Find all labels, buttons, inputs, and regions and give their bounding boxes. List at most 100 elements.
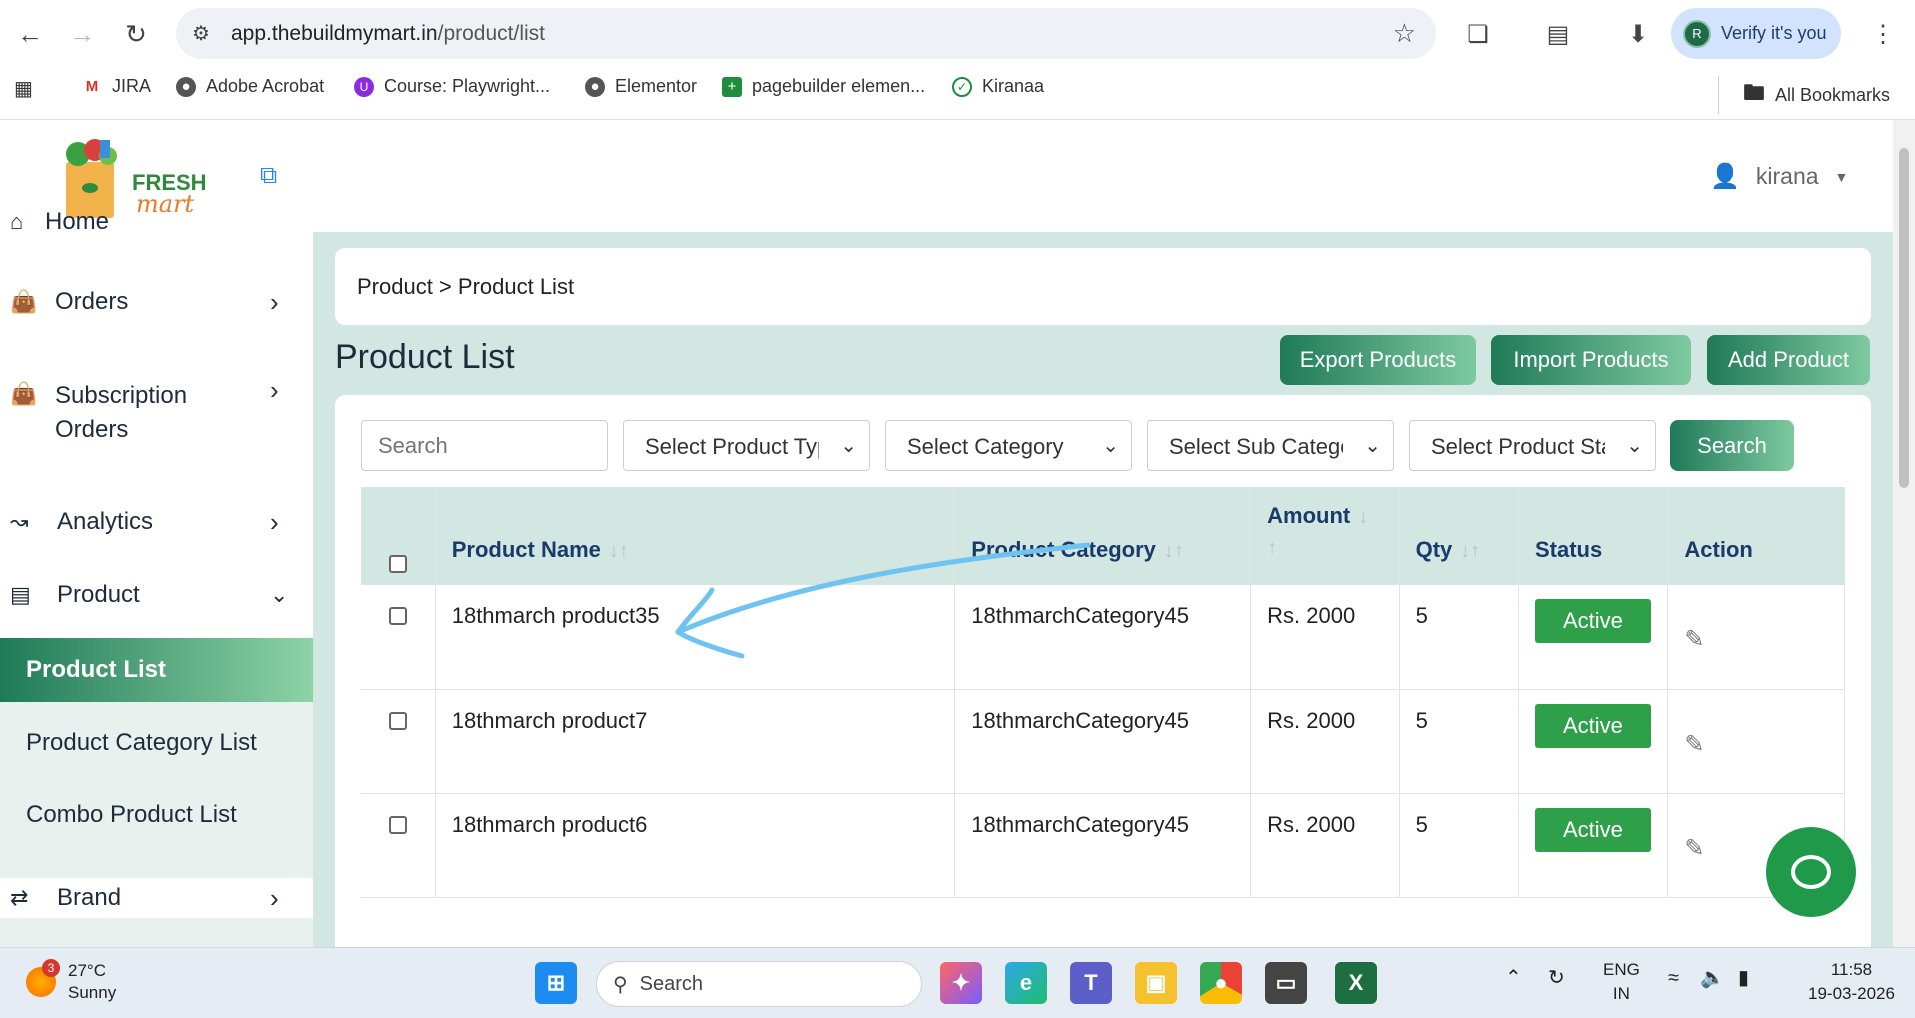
sun-icon: 3	[26, 959, 60, 997]
amount-cell: Rs. 2000	[1250, 689, 1400, 794]
windows-taskbar: 3 27°C Sunny ⊞ ⚲ Search ✦ e T ▣ ● ▭ X ⌃ ↻…	[0, 947, 1915, 1018]
chevron-right-icon: ›	[270, 286, 279, 317]
chevron-down-icon: ⌄	[270, 582, 289, 607]
sidebar-item-home[interactable]: ⌂ Home	[0, 202, 313, 242]
chevron-right-icon: ›	[270, 882, 279, 913]
chrome-icon[interactable]: ●	[1200, 962, 1242, 1004]
header-amount[interactable]: Amount ↓ ↑	[1250, 487, 1400, 585]
edit-icon[interactable]: ✎	[1684, 730, 1704, 759]
gmail-icon: M	[85, 78, 99, 95]
row-checkbox[interactable]	[388, 711, 407, 730]
product-type-select[interactable]: Select Product Type⌄	[623, 420, 870, 471]
submenu-product-category-list[interactable]: Product Category List	[26, 729, 257, 757]
search-input[interactable]	[361, 420, 608, 471]
product-name-cell: 18thmarch product7	[435, 689, 956, 794]
chat-icon	[1791, 855, 1831, 889]
bookmark-kiranaa[interactable]: ✓ Kiranaa	[952, 76, 1044, 97]
chevron-down-icon: ⌄	[1364, 435, 1381, 457]
scrollbar-thumb[interactable]	[1899, 148, 1909, 488]
globe-icon: ●	[176, 76, 196, 97]
sort-icon[interactable]: ↓↑	[1164, 540, 1184, 562]
battery-icon[interactable]: ▮	[1738, 966, 1749, 990]
copilot-icon[interactable]: ✦	[940, 962, 982, 1004]
export-products-button[interactable]: Export Products	[1280, 335, 1476, 385]
box-app-icon[interactable]: ▭	[1265, 962, 1307, 1004]
bookmark-pagebuilder[interactable]: + pagebuilder elemen...	[722, 76, 925, 97]
bookmark-playwright[interactable]: U Course: Playwright...	[354, 76, 550, 97]
category-select[interactable]: Select Category ⌄	[885, 420, 1132, 471]
excel-icon[interactable]: X	[1335, 962, 1377, 1004]
bag-icon: 👜	[10, 289, 38, 314]
chevron-up-icon[interactable]: ⌃	[1505, 966, 1522, 990]
bookmark-star-icon[interactable]: ☆	[1393, 18, 1416, 49]
web-page: FRESH mart ⧉ ⌂ Home 👜 Orders › 👜 Subscri…	[0, 120, 1915, 947]
submenu-product-list[interactable]: Product List	[0, 638, 313, 702]
chat-widget-button[interactable]	[1766, 827, 1856, 917]
url-text[interactable]: app.thebuildmymart.in/product/list	[231, 22, 545, 46]
select-all-checkbox[interactable]	[388, 555, 407, 573]
menu-kebab-icon[interactable]: ⋮	[1865, 16, 1901, 52]
table-row: 18thmarch product6 18thmarchCategory45 R…	[361, 793, 1845, 898]
user-menu[interactable]: 👤 kirana ▼	[1710, 162, 1848, 191]
product-status-select[interactable]: Select Product Status⌄	[1409, 420, 1656, 471]
sync-icon[interactable]: ↻	[1548, 966, 1565, 990]
table-row: 18thmarch product35 18thmarchCategory45 …	[361, 585, 1845, 690]
wifi-icon[interactable]: ≈	[1668, 966, 1679, 990]
home-icon: ⌂	[10, 209, 24, 234]
sub-category-select[interactable]: Select Sub Category⌄	[1147, 420, 1394, 471]
edge-icon[interactable]: e	[1005, 962, 1047, 1004]
header-qty[interactable]: Qty ↓↑	[1399, 487, 1519, 585]
address-bar[interactable]: ⚙ app.thebuildmymart.in/product/list ☆	[176, 8, 1436, 59]
import-products-button[interactable]: Import Products	[1491, 335, 1691, 385]
edit-icon[interactable]: ✎	[1684, 834, 1704, 863]
sort-icon[interactable]: ↓↑	[1460, 540, 1480, 562]
file-explorer-icon[interactable]: ▣	[1135, 962, 1177, 1004]
sort-icon[interactable]: ↓↑	[609, 540, 629, 562]
weather-widget[interactable]: 3 27°C Sunny	[26, 959, 116, 1004]
volume-icon[interactable]: 🔈	[1700, 966, 1725, 990]
check-icon: ✓	[952, 76, 972, 97]
status-badge[interactable]: Active	[1534, 703, 1651, 748]
sidebar-item-subscription-orders[interactable]: 👜 Subscription Orders ›	[0, 375, 313, 443]
browser-chrome: ← → ↻ ⚙ app.thebuildmymart.in/product/li…	[0, 0, 1915, 120]
add-product-button[interactable]: Add Product	[1707, 335, 1870, 385]
amount-cell: Rs. 2000	[1250, 793, 1400, 898]
windows-start-icon[interactable]: ⊞	[535, 962, 577, 1004]
submenu-combo-product-list[interactable]: Combo Product List	[26, 801, 237, 829]
sidebar-item-orders[interactable]: 👜 Orders ›	[0, 282, 313, 322]
forward-arrow-icon[interactable]: →	[64, 16, 100, 52]
sidebar-item-analytics[interactable]: ↝ Analytics ›	[0, 502, 313, 542]
reload-icon[interactable]: ↻	[118, 16, 154, 52]
all-bookmarks[interactable]: 🖿 All Bookmarks	[1718, 76, 1890, 114]
bookmark-elementor[interactable]: ● Elementor	[585, 76, 697, 97]
site-settings-icon[interactable]: ⚙	[192, 21, 210, 46]
external-link-icon[interactable]: ⧉	[260, 162, 277, 190]
header-product-name[interactable]: Product Name ↓↑	[435, 487, 956, 585]
language-indicator[interactable]: ENG IN	[1603, 958, 1640, 1006]
status-badge[interactable]: Active	[1534, 599, 1651, 643]
product-table: Product Name ↓↑ Product Category ↓↑ Amount…	[361, 487, 1845, 898]
sidebar-item-product[interactable]: ▤ Product ⌄	[0, 575, 313, 615]
bookmark-adobe[interactable]: ● Adobe Acrobat	[176, 76, 324, 97]
folder-icon: 🖿	[1743, 80, 1766, 105]
clock[interactable]: 11:58 19-03-2026	[1808, 958, 1895, 1006]
page-scrollbar[interactable]	[1893, 120, 1915, 947]
header-product-category[interactable]: Product Category ↓↑	[954, 487, 1252, 585]
back-arrow-icon[interactable]: ←	[12, 16, 48, 52]
row-checkbox[interactable]	[388, 607, 407, 625]
status-badge[interactable]: Active	[1534, 807, 1651, 852]
extensions-icon[interactable]: ❏	[1460, 16, 1496, 52]
search-button[interactable]: Search	[1670, 420, 1794, 471]
row-checkbox[interactable]	[388, 815, 407, 834]
download-icon[interactable]: ⬇	[1620, 16, 1656, 52]
product-name-cell: 18thmarch product35	[435, 585, 956, 690]
bookmark-jira[interactable]: M JIRA	[82, 76, 151, 97]
sidebar-item-brand[interactable]: ⇄ Brand ›	[0, 878, 313, 918]
apps-grid-icon[interactable]: ▦	[14, 76, 33, 101]
verify-profile-button[interactable]: R Verify it's you	[1671, 8, 1841, 59]
teams-icon[interactable]: T	[1070, 962, 1112, 1004]
cast-search-icon[interactable]: ▤	[1540, 16, 1576, 52]
chart-icon: ↝	[10, 509, 29, 534]
taskbar-search[interactable]: ⚲ Search	[596, 961, 922, 1007]
edit-icon[interactable]: ✎	[1684, 625, 1704, 654]
